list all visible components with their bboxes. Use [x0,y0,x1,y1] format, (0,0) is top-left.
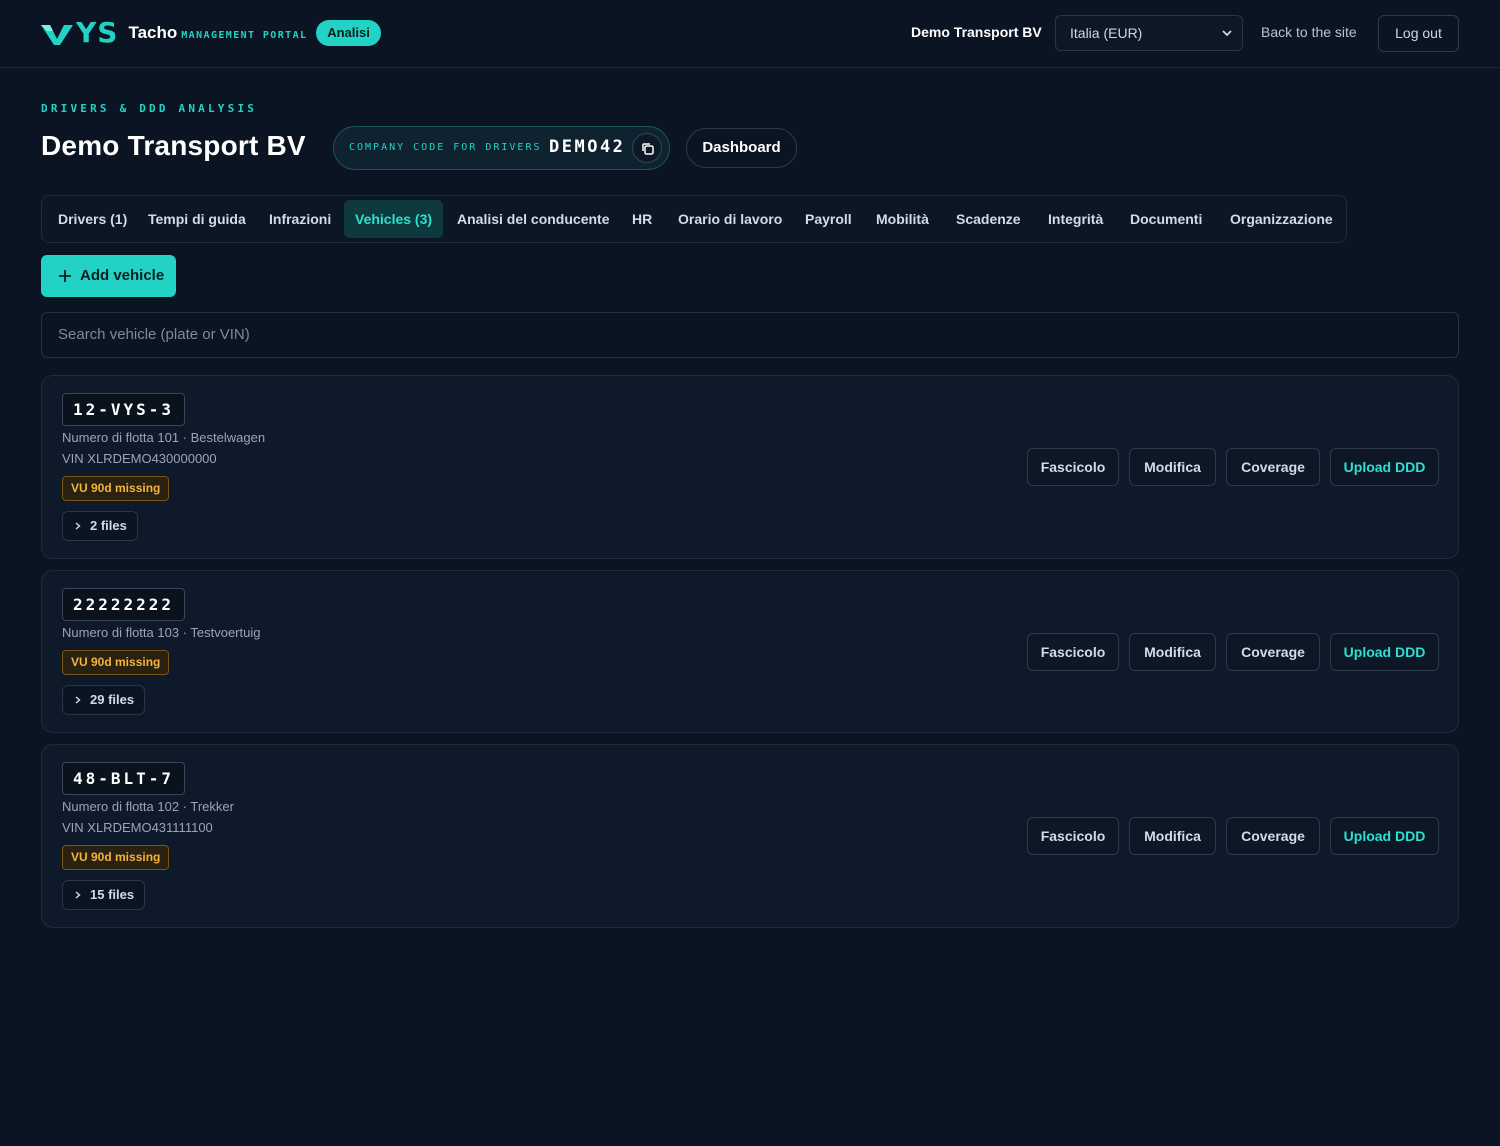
files-toggle[interactable]: 2 files [62,511,138,541]
company-code-label: COMPANY CODE FOR DRIVERS [349,142,542,153]
tab-analisi-del-conducente[interactable]: Analisi del conducente [446,200,620,238]
tab-mobilita[interactable]: Mobilità [865,200,940,238]
files-count: 2 files [90,518,127,533]
tab-drivers[interactable]: Drivers (1) [47,200,138,238]
add-vehicle-button[interactable]: Add vehicle [41,255,176,297]
files-toggle[interactable]: 29 files [62,685,146,715]
region-select-value: Italia (EUR) [1070,25,1143,41]
files-toggle[interactable]: 15 files [62,880,146,910]
vin-info: VIN XLRDEMO431111100 [62,820,213,835]
tab-integrita[interactable]: Integrità [1037,200,1114,238]
page-title: Demo Transport BV [41,130,306,161]
search-placeholder: Search vehicle (plate or VIN) [58,326,250,343]
upload-ddd-button[interactable]: Upload DDD [1330,633,1439,671]
company-code-value: DEMO42 [549,137,626,157]
tab-hr[interactable]: HR [621,200,663,238]
chevron-right-icon [75,696,81,704]
copy-code-button[interactable] [632,133,662,163]
coverage-button[interactable]: Coverage [1226,448,1320,486]
tab-scadenze[interactable]: Scadenze [945,200,1032,238]
modifica-button[interactable]: Modifica [1129,817,1216,855]
vehicle-card: 48-BLT-7 Numero di flotta 102 · Trekker … [41,744,1459,928]
fleet-info: Numero di flotta 101 · Bestelwagen [62,430,266,445]
files-count: 29 files [90,692,135,707]
product-name: Tacho [128,23,178,42]
vehicle-card: 22222222 Numero di flotta 103 · Testvoer… [41,570,1459,733]
fascicolo-button[interactable]: Fascicolo [1027,817,1119,855]
vehicle-search-input[interactable]: Search vehicle (plate or VIN) [41,312,1459,358]
portal-name: MANAGEMENT PORTAL [181,29,308,41]
license-plate: 48-BLT-7 [62,762,186,795]
vehicle-card: 12-VYS-3 Numero di flotta 101 · Bestelwa… [41,375,1459,559]
tab-infrazioni[interactable]: Infrazioni [258,200,342,238]
coverage-button[interactable]: Coverage [1226,633,1320,671]
tab-documenti[interactable]: Documenti [1119,200,1213,238]
tab-vehicles[interactable]: Vehicles (3) [344,200,444,238]
fascicolo-button[interactable]: Fascicolo [1027,448,1119,486]
license-plate: 22222222 [62,588,186,621]
tab-tempi-di-guida[interactable]: Tempi di guida [137,200,257,238]
section-eyebrow: DRIVERS & DDD ANALYSIS [41,102,258,115]
tab-payroll[interactable]: Payroll [794,200,863,238]
tab-organizzazione[interactable]: Organizzazione [1219,200,1344,238]
files-count: 15 files [90,887,135,902]
coverage-button[interactable]: Coverage [1226,817,1320,855]
add-vehicle-label: Add vehicle [80,267,165,284]
section-tabs: Drivers (1) Tempi di guida Infrazioni Ve… [41,195,1347,243]
company-code-box: COMPANY CODE FOR DRIVERS DEMO42 [333,126,670,170]
copy-icon [642,143,654,155]
plus-icon [59,270,71,282]
region-select[interactable]: Italia (EUR) [1055,15,1243,51]
fleet-info: Numero di flotta 103 · Testvoertuig [62,625,261,640]
dashboard-button[interactable]: Dashboard [686,128,797,168]
chevron-right-icon [75,891,81,899]
upload-ddd-button[interactable]: Upload DDD [1330,448,1439,486]
tab-orario-di-lavoro[interactable]: Orario di lavoro [667,200,793,238]
mode-badge: Analisi [316,20,381,46]
vin-info: VIN XLRDEMO430000000 [62,451,217,466]
status-badge: VU 90d missing [62,650,170,675]
status-badge: VU 90d missing [62,476,170,501]
logout-button[interactable]: Log out [1378,15,1459,52]
logo-v-icon [41,25,73,45]
modifica-button[interactable]: Modifica [1129,448,1216,486]
status-badge: VU 90d missing [62,845,170,870]
upload-ddd-button[interactable]: Upload DDD [1330,817,1439,855]
back-to-site-link[interactable]: Back to the site [1261,24,1357,40]
license-plate: 12-VYS-3 [62,393,186,426]
fascicolo-button[interactable]: Fascicolo [1027,633,1119,671]
logo-text: YS [76,16,119,49]
current-company: Demo Transport BV [911,24,1042,40]
modifica-button[interactable]: Modifica [1129,633,1216,671]
chevron-right-icon [75,522,81,530]
chevron-down-icon [1222,30,1232,37]
top-bar: YS Tacho MANAGEMENT PORTAL Analisi Demo … [0,0,1500,68]
fleet-info: Numero di flotta 102 · Trekker [62,799,234,814]
brand-logo[interactable]: YS Tacho MANAGEMENT PORTAL [40,18,307,48]
